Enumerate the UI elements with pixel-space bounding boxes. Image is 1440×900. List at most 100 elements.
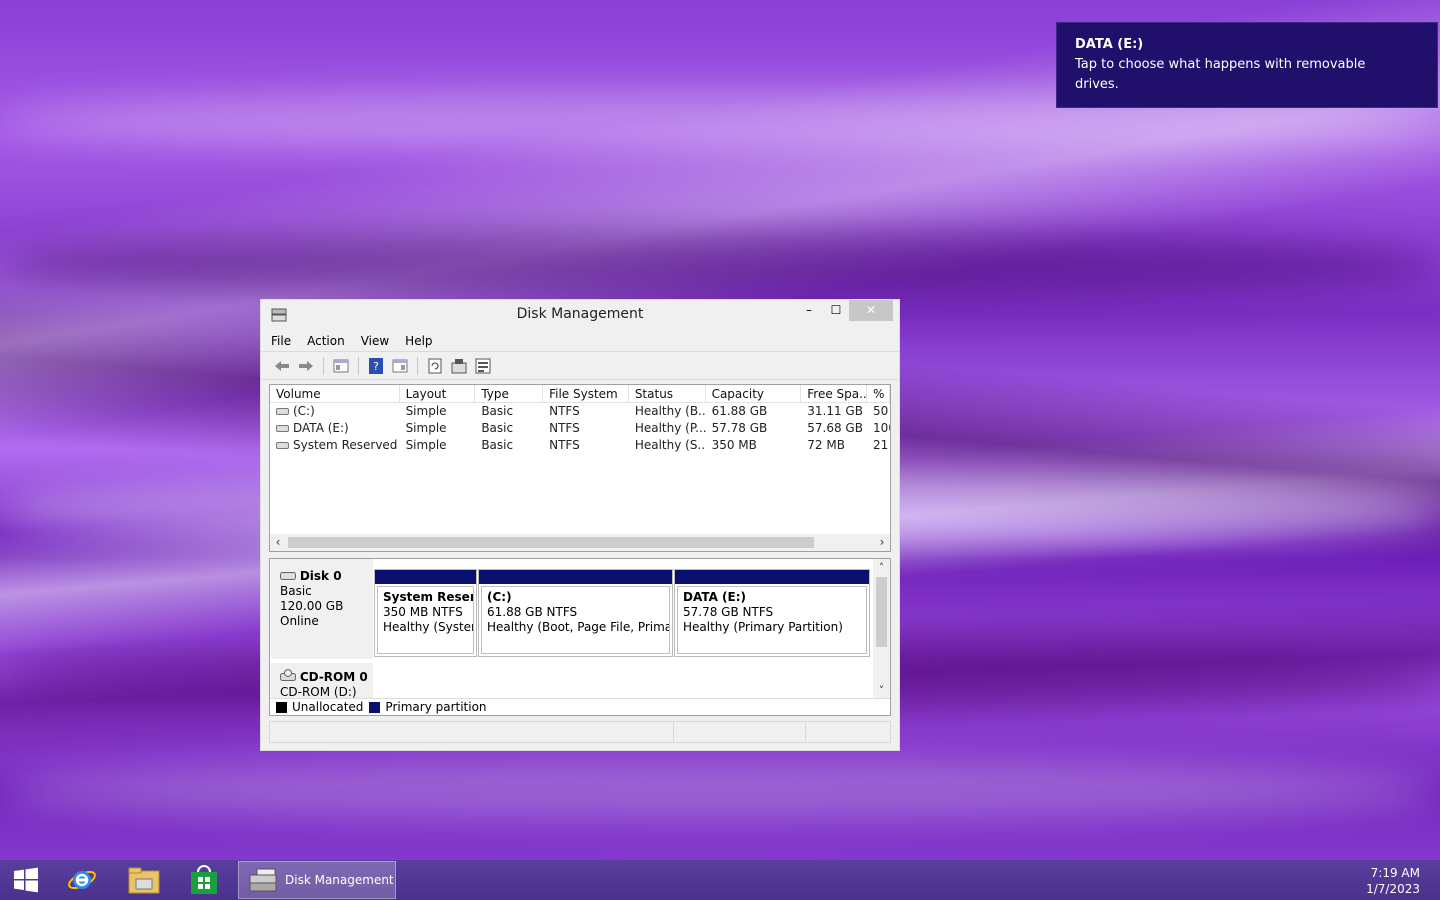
type-cell: Basic (481, 421, 514, 435)
menu-help[interactable]: Help (405, 334, 432, 348)
scroll-down-icon[interactable]: ˅ (873, 684, 890, 697)
start-button[interactable] (0, 860, 52, 900)
refresh-icon[interactable] (426, 357, 444, 375)
internet-explorer-button[interactable] (56, 860, 108, 900)
file-explorer-button[interactable] (118, 860, 170, 900)
cdrom-0-label[interactable]: CD-ROM 0 CD-ROM (D:) (271, 663, 373, 699)
forward-arrow-icon[interactable] (297, 357, 315, 375)
menu-view[interactable]: View (361, 334, 389, 348)
legend: Unallocated Primary partition (270, 698, 890, 715)
vertical-scroll-thumb[interactable] (876, 577, 887, 647)
disk-name: Disk 0 (299, 569, 342, 583)
show-hide-console-tree-icon[interactable] (332, 357, 350, 375)
column-header-percent-free[interactable]: % F (867, 385, 890, 402)
partition-data-e[interactable]: DATA (E:) 57.78 GB NTFS Healthy (Primary… (674, 569, 870, 657)
column-header-volume[interactable]: Volume (270, 385, 400, 402)
minimize-button[interactable]: – (795, 300, 823, 321)
scroll-right-icon[interactable]: › (874, 534, 890, 551)
store-button[interactable] (178, 860, 230, 900)
help-icon[interactable]: ? (367, 357, 385, 375)
partition-status: Healthy (Boot, Page File, Primary P (487, 620, 669, 634)
column-header-layout[interactable]: Layout (400, 385, 476, 402)
partition-status: Healthy (Primary Partition) (683, 620, 843, 634)
legend-unallocated: Unallocated (292, 700, 364, 714)
volume-list[interactable]: Volume Layout Type File System Status Ca… (269, 384, 891, 552)
task-label: Disk Management (285, 873, 394, 887)
disk-0-label[interactable]: Disk 0 Basic 120.00 GB Online (271, 559, 373, 659)
cdrom-name: CD-ROM 0 (299, 670, 368, 684)
partition-size: 61.88 GB NTFS (487, 605, 578, 619)
file-system-cell: NTFS (549, 421, 580, 435)
column-header-status[interactable]: Status (629, 385, 706, 402)
capacity-cell: 61.88 GB (711, 404, 768, 418)
notification-title: DATA (E:) (1075, 37, 1144, 52)
menu-action[interactable]: Action (307, 334, 345, 348)
disk-graphical-view: Disk 0 Basic 120.00 GB Online System Res… (269, 558, 891, 716)
volume-cell: (C:) (270, 403, 400, 420)
clock-time: 7:19 AM (1370, 866, 1420, 880)
status-bar (269, 721, 891, 745)
volume-name: DATA (E:) (293, 421, 349, 435)
title-bar[interactable]: Disk Management – ☐ ✕ (261, 300, 899, 330)
properties-icon[interactable] (450, 357, 468, 375)
file-system-cell: NTFS (549, 404, 580, 418)
vertical-scrollbar[interactable]: ˄ ˅ (873, 559, 890, 699)
column-header-type[interactable]: Type (475, 385, 544, 402)
unallocated-swatch (276, 701, 287, 713)
partition-size: 350 MB NTFS (383, 605, 463, 619)
volume-name: System Reserved (293, 438, 398, 452)
drive-icon (276, 442, 289, 449)
volume-name: (C:) (293, 404, 315, 418)
svg-text:?: ? (373, 360, 379, 373)
toolbar-separator (358, 356, 359, 375)
cd-drive-icon (280, 669, 296, 681)
disk-0-partitions: System Reserve 350 MB NTFS Healthy (Syst… (374, 569, 870, 657)
show-hide-action-pane-icon[interactable] (391, 357, 409, 375)
maximize-button[interactable]: ☐ (822, 300, 850, 321)
disk-type: Basic (280, 584, 312, 598)
column-header-free-space[interactable]: Free Spa... (801, 385, 868, 402)
menu-file[interactable]: File (271, 334, 291, 348)
primary-partition-bar (479, 570, 672, 584)
type-cell: Basic (481, 438, 514, 452)
partition-name: System Reserve (383, 590, 473, 604)
taskbar-disk-management[interactable]: Disk Management (238, 861, 396, 899)
notification-body: Tap to choose what happens with removabl… (1075, 57, 1366, 92)
free-space-cell: 31.11 GB (807, 404, 863, 418)
export-list-icon[interactable] (474, 357, 492, 375)
column-header-capacity[interactable]: Capacity (706, 385, 802, 402)
partition-name: (C:) (487, 590, 512, 604)
drive-icon (276, 408, 289, 415)
system-clock[interactable]: 7:19 AM 1/7/2023 (1366, 865, 1420, 897)
status-pane (805, 721, 891, 743)
table-row[interactable]: System Reserved Simple Basic NTFS Health… (270, 437, 890, 454)
primary-partition-bar (375, 570, 476, 584)
partition-system-reserved[interactable]: System Reserve 350 MB NTFS Healthy (Syst… (374, 569, 477, 657)
partition-c[interactable]: (C:) 61.88 GB NTFS Healthy (Boot, Page F… (478, 569, 673, 657)
notification-toast[interactable]: DATA (E:) Tap to choose what happens wit… (1056, 22, 1438, 108)
close-button[interactable]: ✕ (849, 300, 893, 321)
back-arrow-icon[interactable] (273, 357, 291, 375)
disk-management-icon (249, 868, 277, 892)
horizontal-scrollbar[interactable]: ‹ › (270, 534, 890, 551)
layout-cell: Simple (405, 404, 447, 418)
disk-management-window: Disk Management – ☐ ✕ File Action View H… (260, 299, 900, 751)
internet-explorer-icon (68, 870, 96, 890)
wallpaper-band (0, 230, 1440, 300)
horizontal-scroll-thumb[interactable] (288, 537, 814, 548)
free-space-cell: 57.68 GB (807, 421, 863, 435)
scroll-left-icon[interactable]: ‹ (270, 534, 286, 551)
status-pane (673, 721, 805, 743)
primary-partition-swatch (369, 701, 381, 713)
disk-state: Online (280, 614, 319, 628)
scroll-up-icon[interactable]: ˄ (873, 561, 890, 574)
primary-partition-bar (675, 570, 869, 584)
file-system-cell: NTFS (549, 438, 580, 452)
percent-free-cell: 50 (873, 404, 889, 418)
taskbar: Disk Management 7:19 AM 1/7/2023 (0, 860, 1440, 900)
drive-icon (276, 425, 289, 432)
column-header-file-system[interactable]: File System (543, 385, 629, 402)
toolbar: ? (261, 352, 899, 380)
table-row[interactable]: (C:) Simple Basic NTFS Healthy (B... 61.… (270, 403, 890, 420)
table-row[interactable]: DATA (E:) Simple Basic NTFS Healthy (P..… (270, 420, 890, 437)
